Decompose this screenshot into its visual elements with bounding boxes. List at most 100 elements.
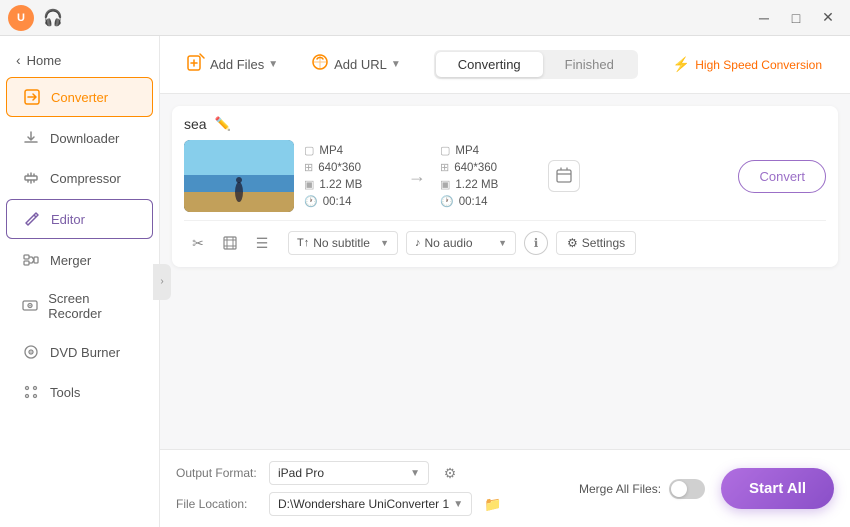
merge-toggle[interactable] — [669, 479, 705, 499]
file-location-folder-icon[interactable]: 📁 — [480, 491, 506, 517]
edit-settings-icon[interactable] — [548, 160, 580, 192]
tab-group: Converting Finished — [434, 50, 638, 79]
target-meta: ▢ MP4 ⊞ 640*360 ▣ 1.22 MB 🕐 — [440, 144, 530, 208]
cut-icon[interactable]: ✂ — [184, 229, 212, 257]
high-speed-button[interactable]: ⚡ High Speed Conversion — [661, 51, 834, 78]
info-button[interactable]: ℹ — [524, 231, 548, 255]
file-location-label: File Location: — [176, 497, 261, 511]
converter-label: Converter — [51, 90, 108, 105]
add-files-chevron-icon: ▼ — [268, 59, 278, 70]
add-files-icon — [186, 52, 206, 77]
audio-dropdown[interactable]: ♪ No audio ▼ — [406, 231, 516, 255]
output-format-dropdown[interactable]: iPad Pro ▼ — [269, 461, 429, 485]
lightning-icon: ⚡ — [673, 56, 690, 73]
sidebar-item-merger[interactable]: Merger — [6, 241, 153, 279]
output-format-value: iPad Pro — [278, 466, 324, 480]
sidebar-item-editor[interactable]: Editor — [6, 199, 153, 239]
sidebar: ‹ Home Converter Downloader — [0, 36, 160, 527]
format-icon: ▢ — [304, 144, 314, 157]
file-location-row: File Location: D:\Wondershare UniConvert… — [176, 491, 563, 517]
settings-button[interactable]: ⚙ Settings — [556, 231, 636, 255]
sidebar-item-downloader[interactable]: Downloader — [6, 119, 153, 157]
sidebar-item-compressor[interactable]: Compressor — [6, 159, 153, 197]
toolbar: Add Files ▼ Add URL ▼ Converting Finishe… — [160, 36, 850, 94]
converter-icon — [23, 88, 41, 106]
main-content: Add Files ▼ Add URL ▼ Converting Finishe… — [160, 36, 850, 527]
maximize-button[interactable]: □ — [782, 4, 810, 32]
dvd-burner-icon — [22, 343, 40, 361]
edit-icon[interactable]: ✏️ — [215, 116, 231, 132]
downloader-icon — [22, 129, 40, 147]
target-resolution: 640*360 — [454, 162, 497, 174]
tab-converting[interactable]: Converting — [436, 52, 543, 77]
file-header: sea ✏️ — [184, 116, 826, 132]
file-thumbnail — [184, 140, 294, 212]
high-speed-label: High Speed Conversion — [695, 58, 822, 72]
output-format-chevron-icon: ▼ — [410, 468, 420, 479]
source-format: MP4 — [319, 145, 343, 157]
effects-icon[interactable]: ☰ — [248, 229, 276, 257]
titlebar: U 🎧 ─ □ ✕ — [0, 0, 850, 36]
back-home-label: Home — [27, 53, 62, 68]
user-avatar[interactable]: U — [8, 5, 34, 31]
add-url-button[interactable]: Add URL ▼ — [300, 46, 411, 83]
subtitle-chevron-icon: ▼ — [380, 238, 389, 248]
source-resolution: 640*360 — [318, 162, 361, 174]
crop-icon[interactable] — [216, 229, 244, 257]
duration-icon-tgt: 🕐 — [440, 195, 454, 208]
start-all-button[interactable]: Start All — [721, 468, 834, 509]
add-files-label: Add Files — [210, 57, 264, 72]
sidebar-item-tools[interactable]: Tools — [6, 373, 153, 411]
add-url-chevron-icon: ▼ — [391, 59, 401, 70]
editor-label: Editor — [51, 212, 85, 227]
target-size: 1.22 MB — [455, 179, 498, 191]
dvd-burner-label: DVD Burner — [50, 345, 120, 360]
tab-finished[interactable]: Finished — [543, 52, 636, 77]
file-actions: ✂ ☰ T↑ — [184, 220, 826, 257]
convert-button[interactable]: Convert — [738, 160, 826, 193]
target-format: MP4 — [455, 145, 479, 157]
tools-label: Tools — [50, 385, 80, 400]
downloader-label: Downloader — [50, 131, 119, 146]
output-format-label: Output Format: — [176, 466, 261, 480]
sidebar-item-dvd-burner[interactable]: DVD Burner — [6, 333, 153, 371]
compressor-label: Compressor — [50, 171, 121, 186]
window-controls: ─ □ ✕ — [750, 4, 842, 32]
editor-icon — [23, 210, 41, 228]
file-location-value: D:\Wondershare UniConverter 1 — [278, 497, 449, 511]
tools-icon — [22, 383, 40, 401]
bottom-bar: Output Format: iPad Pro ▼ ⚙ File Locatio… — [160, 449, 850, 527]
app-body: ‹ Home Converter Downloader — [0, 36, 850, 527]
add-files-button[interactable]: Add Files ▼ — [176, 46, 288, 83]
sidebar-item-converter[interactable]: Converter — [6, 77, 153, 117]
settings-gear-icon: ⚙ — [567, 236, 578, 250]
output-format-settings-icon[interactable]: ⚙ — [437, 460, 463, 486]
add-url-icon — [310, 52, 330, 77]
file-card: sea ✏️ — [172, 106, 838, 267]
sidebar-item-screen-recorder[interactable]: Screen Recorder — [6, 281, 153, 331]
file-body: ▢ MP4 ⊞ 640*360 ▣ 1.22 MB 🕐 — [184, 140, 826, 212]
merge-section: Merge All Files: — [579, 479, 705, 499]
file-name: sea — [184, 116, 207, 132]
size-icon-tgt: ▣ — [440, 178, 450, 191]
sub-audio-row: T↑ No subtitle ▼ ♪ No audio ▼ ℹ — [288, 231, 636, 255]
close-button[interactable]: ✕ — [814, 4, 842, 32]
target-duration: 00:14 — [459, 196, 488, 208]
format-icon-tgt: ▢ — [440, 144, 450, 157]
subtitle-label: No subtitle — [313, 236, 370, 250]
file-list-area: sea ✏️ — [160, 94, 850, 449]
back-arrow-icon: ‹ — [16, 52, 21, 68]
subtitle-dropdown[interactable]: T↑ No subtitle ▼ — [288, 231, 398, 255]
file-location-chevron-icon: ▼ — [453, 499, 463, 510]
file-location-dropdown[interactable]: D:\Wondershare UniConverter 1 ▼ — [269, 492, 472, 516]
minimize-button[interactable]: ─ — [750, 4, 778, 32]
back-home[interactable]: ‹ Home — [0, 44, 159, 76]
screen-recorder-icon — [22, 297, 38, 315]
screen-recorder-label: Screen Recorder — [48, 291, 137, 321]
audio-chevron-icon: ▼ — [498, 238, 507, 248]
source-meta: ▢ MP4 ⊞ 640*360 ▣ 1.22 MB 🕐 — [304, 144, 394, 208]
source-size: 1.22 MB — [319, 179, 362, 191]
audio-label: No audio — [425, 236, 473, 250]
headphone-icon-btn[interactable]: 🎧 — [40, 5, 66, 31]
collapse-sidebar-button[interactable]: › — [153, 264, 171, 300]
